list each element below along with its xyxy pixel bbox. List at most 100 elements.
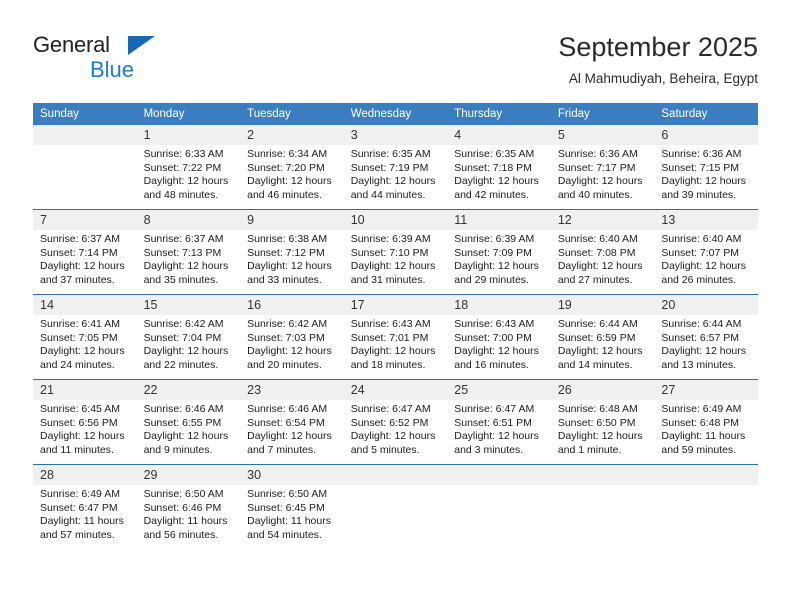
day-number: 14 [33,295,137,315]
day-sun-info: Sunrise: 6:37 AM Sunset: 7:13 PM Daylight:… [137,230,241,287]
sunrise-text: Sunrise: 6:38 AM [247,233,328,245]
sunset-text: Sunset: 6:50 PM [557,416,636,429]
calendar-day-cell[interactable]: 23 Sunrise: 6:46 AM Sunset: 6:54 PM Dayligh… [240,379,344,465]
calendar-day-cell[interactable]: 16 Sunrise: 6:42 AM Sunset: 7:03 PM Dayligh… [240,294,344,380]
day-number: 22 [136,380,241,400]
day-sun-info: Sunrise: 6:38 AM Sunset: 7:12 PM Daylight:… [240,230,344,287]
calendar-day-cell[interactable]: 26 Sunrise: 6:48 AM Sunset: 6:50 PM Dayligh… [550,379,655,465]
day-sun-info: Sunrise: 6:40 AM Sunset: 7:07 PM Daylight:… [654,230,758,287]
day-number: 30 [240,465,344,485]
day-sun-info: Sunrise: 6:37 AM Sunset: 7:14 PM Daylight:… [33,230,137,287]
daylight-text-line2: and 5 minutes. [350,443,420,456]
calendar-day-cell[interactable]: 7 Sunrise: 6:37 AM Sunset: 7:14 PM Daylight… [33,209,137,295]
day-sun-info: Sunrise: 6:43 AM Sunset: 7:01 PM Daylight:… [344,315,448,372]
calendar-day-cell[interactable]: 10 Sunrise: 6:39 AM Sunset: 7:10 PM Dayligh… [343,209,448,295]
sunset-text: Sunset: 7:10 PM [350,246,429,259]
day-number: 20 [654,295,758,315]
calendar-day-cell-empty [550,464,655,549]
calendar-day-cell[interactable]: 2 Sunrise: 6:34 AM Sunset: 7:20 PM Daylight… [240,125,344,210]
calendar-day-cell[interactable]: 19 Sunrise: 6:44 AM Sunset: 6:59 PM Dayligh… [550,294,655,380]
calendar-day-cell-empty [447,464,551,549]
sunset-text: Sunset: 7:13 PM [143,246,222,259]
calendar-day-cell-empty [343,464,448,549]
calendar-day-cell[interactable]: 4 Sunrise: 6:35 AM Sunset: 7:18 PM Daylight… [447,125,551,210]
sunset-text: Sunset: 7:09 PM [454,246,532,259]
daylight-text-line1: Daylight: 12 hours [557,430,643,443]
sunrise-text: Sunrise: 6:37 AM [40,233,120,245]
brand-logo[interactable]: General Blue [33,32,213,84]
calendar-day-cell[interactable]: 9 Sunrise: 6:38 AM Sunset: 7:12 PM Daylight… [240,209,344,295]
calendar-week-row: 7 Sunrise: 6:37 AM Sunset: 7:14 PM Daylight… [33,209,758,295]
calendar-day-cell[interactable]: 17 Sunrise: 6:43 AM Sunset: 7:01 PM Dayligh… [343,294,448,380]
day-sun-info: Sunrise: 6:46 AM Sunset: 6:55 PM Daylight:… [137,400,241,457]
sunrise-text: Sunrise: 6:42 AM [143,318,224,330]
page-title: September 2025 [558,32,758,62]
daylight-text-line2: and 20 minutes. [247,358,322,371]
daylight-text-line1: Daylight: 12 hours [143,260,229,273]
sunrise-text: Sunrise: 6:37 AM [143,233,224,245]
calendar-day-cell[interactable]: 1 Sunrise: 6:33 AM Sunset: 7:22 PM Daylight… [136,125,241,210]
day-sun-info: Sunrise: 6:43 AM Sunset: 7:00 PM Daylight:… [447,315,551,372]
calendar-day-cell[interactable]: 8 Sunrise: 6:37 AM Sunset: 7:13 PM Daylight… [136,209,241,295]
daylight-text-line2: and 44 minutes. [350,188,426,201]
daylight-text-line1: Daylight: 12 hours [143,345,229,358]
calendar-day-cell[interactable]: 3 Sunrise: 6:35 AM Sunset: 7:19 PM Daylight… [343,125,448,210]
calendar-header-row: Sunday Monday Tuesday Wednesday Thursday Frid… [33,103,758,125]
sunset-text: Sunset: 7:18 PM [454,161,532,174]
calendar: Sunday Monday Tuesday Wednesday Thursday Frid… [33,103,758,549]
daylight-text-line1: Daylight: 12 hours [454,430,539,443]
sunrise-text: Sunrise: 6:43 AM [350,318,431,330]
daylight-text-line2: and 3 minutes. [454,443,524,456]
day-sun-info: Sunrise: 6:50 AM Sunset: 6:45 PM Daylight:… [240,485,344,542]
sunset-text: Sunset: 7:14 PM [40,246,118,259]
daylight-text-line1: Daylight: 12 hours [454,260,539,273]
calendar-week-row: 28 Sunrise: 6:49 AM Sunset: 6:47 PM Dayligh… [33,464,758,549]
calendar-day-cell[interactable]: 5 Sunrise: 6:36 AM Sunset: 7:17 PM Daylight… [550,125,655,210]
sunset-text: Sunset: 7:04 PM [143,331,222,344]
calendar-day-cell[interactable]: 30 Sunrise: 6:50 AM Sunset: 6:45 PM Dayligh… [240,464,344,549]
sunset-text: Sunset: 7:22 PM [143,161,222,174]
daylight-text-line2: and 14 minutes. [557,358,633,371]
calendar-day-cell[interactable]: 20 Sunrise: 6:44 AM Sunset: 6:57 PM Dayligh… [654,294,758,380]
sunrise-text: Sunrise: 6:50 AM [247,488,328,500]
day-number [447,465,551,485]
daylight-text-line2: and 57 minutes. [40,528,115,541]
calendar-day-cell[interactable]: 11 Sunrise: 6:39 AM Sunset: 7:09 PM Dayligh… [447,209,551,295]
daylight-text-line2: and 56 minutes. [143,528,219,541]
day-sun-info: Sunrise: 6:36 AM Sunset: 7:17 PM Daylight:… [551,145,655,202]
calendar-day-cell[interactable]: 18 Sunrise: 6:43 AM Sunset: 7:00 PM Dayligh… [447,294,551,380]
calendar-day-cell[interactable]: 13 Sunrise: 6:40 AM Sunset: 7:07 PM Dayligh… [654,209,758,295]
sunrise-text: Sunrise: 6:47 AM [350,403,431,415]
calendar-day-cell[interactable]: 27 Sunrise: 6:49 AM Sunset: 6:48 PM Dayligh… [654,379,758,465]
day-number: 18 [447,295,551,315]
sunset-text: Sunset: 7:08 PM [557,246,636,259]
calendar-day-cell[interactable]: 29 Sunrise: 6:50 AM Sunset: 6:46 PM Dayligh… [136,464,241,549]
calendar-day-cell[interactable]: 14 Sunrise: 6:41 AM Sunset: 7:05 PM Dayligh… [33,294,137,380]
calendar-day-cell[interactable]: 6 Sunrise: 6:36 AM Sunset: 7:15 PM Daylight… [654,125,758,210]
day-number: 21 [33,380,137,400]
calendar-day-cell[interactable]: 15 Sunrise: 6:42 AM Sunset: 7:04 PM Dayligh… [136,294,241,380]
day-number [343,465,448,485]
daylight-text-line2: and 18 minutes. [350,358,426,371]
sunset-text: Sunset: 6:48 PM [661,416,740,429]
calendar-day-cell[interactable]: 28 Sunrise: 6:49 AM Sunset: 6:47 PM Dayligh… [33,464,137,549]
sunrise-text: Sunrise: 6:35 AM [350,148,431,160]
sunrise-text: Sunrise: 6:44 AM [661,318,742,330]
daylight-text-line1: Daylight: 12 hours [661,260,747,273]
calendar-table: Sunday Monday Tuesday Wednesday Thursday Frid… [33,103,758,549]
calendar-day-cell[interactable]: 12 Sunrise: 6:40 AM Sunset: 7:08 PM Dayligh… [550,209,655,295]
calendar-day-cell[interactable]: 25 Sunrise: 6:47 AM Sunset: 6:51 PM Dayligh… [447,379,551,465]
sunrise-text: Sunrise: 6:49 AM [40,488,120,500]
daylight-text-line1: Daylight: 12 hours [247,345,332,358]
calendar-day-cell-empty [33,125,137,210]
sunset-text: Sunset: 6:56 PM [40,416,118,429]
sunset-text: Sunset: 7:00 PM [454,331,532,344]
calendar-day-cell[interactable]: 24 Sunrise: 6:47 AM Sunset: 6:52 PM Dayligh… [343,379,448,465]
day-number: 1 [136,125,241,145]
calendar-day-cell[interactable]: 21 Sunrise: 6:45 AM Sunset: 6:56 PM Dayligh… [33,379,137,465]
page-subtitle: Al Mahmudiyah, Beheira, Egypt [568,71,758,86]
calendar-day-cell[interactable]: 22 Sunrise: 6:46 AM Sunset: 6:55 PM Dayligh… [136,379,241,465]
daylight-text-line2: and 11 minutes. [40,443,114,456]
title-block: September 2025 Al Mahmudiyah, Beheira, E… [558,30,758,89]
daylight-text-line1: Daylight: 12 hours [143,175,229,188]
